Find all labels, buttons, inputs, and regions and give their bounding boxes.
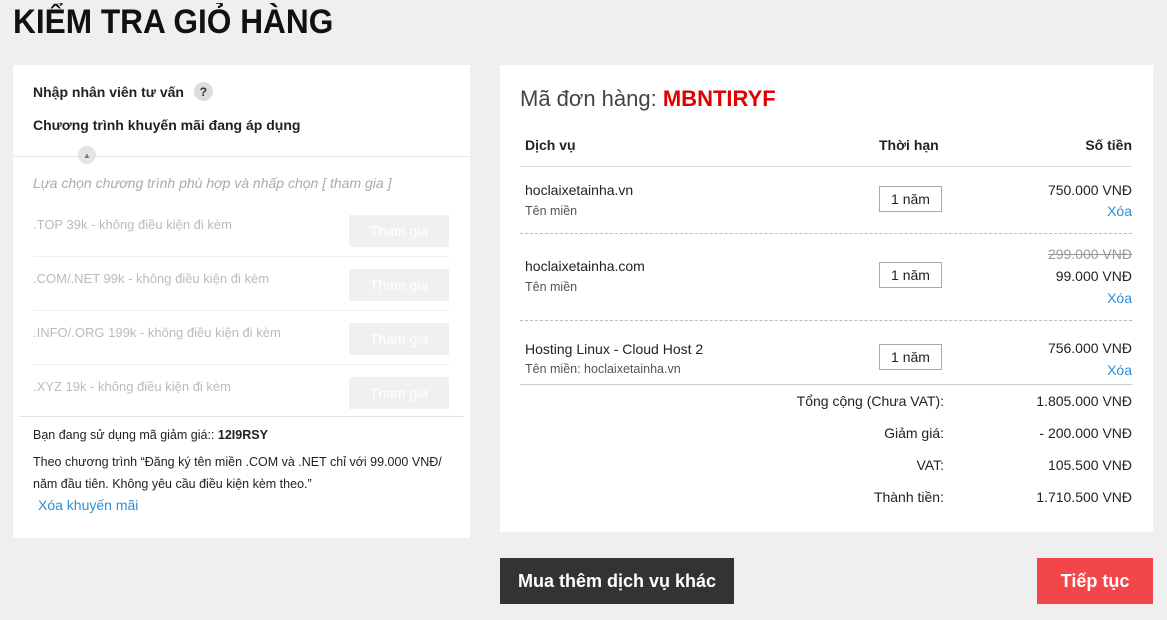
- consultant-label[interactable]: Nhập nhân viên tư vấn: [33, 84, 184, 100]
- item-name: hoclaixetainha.vn: [525, 182, 634, 198]
- promo-list: .TOP 39k - không điều kiện đi kèm Tham g…: [33, 203, 449, 418]
- order-title: Mã đơn hàng: MBNTIRYF: [520, 86, 776, 112]
- remove-item-link[interactable]: Xóa: [1107, 203, 1132, 219]
- promo-hint: Lựa chọn chương trình phù hợp và nhấp ch…: [33, 175, 392, 191]
- promo-item-label: .COM/.NET 99k - không điều kiện đi kèm: [33, 271, 270, 286]
- table-row: Hosting Linux - Cloud Host 2 Tên miền: h…: [520, 320, 1132, 385]
- duration-select[interactable]: 1 năm: [879, 186, 942, 212]
- summary-label: Tổng cộng (Chưa VAT):: [796, 393, 944, 409]
- item-price: 99.000 VNĐ: [1055, 268, 1132, 284]
- summary-label: Thành tiền:: [873, 489, 944, 505]
- promo-item: .INFO/.ORG 199k - không điều kiện đi kèm…: [33, 311, 449, 365]
- duration-select[interactable]: 1 năm: [879, 344, 942, 370]
- promo-panel: Nhập nhân viên tư vấn ? Chương trình khu…: [13, 65, 470, 538]
- item-name: hoclaixetainha.com: [525, 258, 645, 274]
- item-type: Tên miền: [525, 280, 578, 294]
- summary-value: - 200.000 VNĐ: [1039, 425, 1132, 441]
- join-button[interactable]: Tham gia: [349, 377, 449, 409]
- item-name: Hosting Linux - Cloud Host 2: [525, 341, 704, 357]
- order-panel: Mã đơn hàng: MBNTIRYF Dịch vụ Thời hạn S…: [500, 65, 1153, 532]
- item-type: Tên miền: [525, 204, 578, 218]
- table-row: hoclaixetainha.vn Tên miền 1 năm 750.000…: [520, 167, 1132, 234]
- add-more-services-button[interactable]: Mua thêm dịch vụ khác: [500, 558, 734, 604]
- summary-value: 1.710.500 VNĐ: [1036, 489, 1132, 505]
- continue-button[interactable]: Tiếp tục: [1037, 558, 1153, 604]
- coupon-line: Bạn đang sử dụng mã giảm giá:: 12I9RSY: [33, 428, 268, 442]
- item-old-price: 299.000 VNĐ: [1047, 246, 1132, 262]
- item-price: 750.000 VNĐ: [1047, 182, 1132, 198]
- summary-label: VAT:: [916, 457, 945, 473]
- coupon-prefix: Bạn đang sử dụng mã giảm giá::: [33, 428, 218, 442]
- promo-item-label: .TOP 39k - không điều kiện đi kèm: [33, 217, 232, 232]
- item-price: 756.000 VNĐ: [1047, 340, 1132, 356]
- summary-label: Giảm giá:: [884, 425, 944, 441]
- summary-value: 1.805.000 VNĐ: [1036, 393, 1132, 409]
- coupon-description: Theo chương trình “Đăng ký tên miền .COM…: [33, 455, 442, 491]
- coupon-divider: [19, 416, 464, 417]
- item-type: Tên miền: hoclaixetainha.vn: [525, 362, 681, 376]
- row-divider: [520, 384, 1132, 385]
- table-row: hoclaixetainha.com Tên miền 1 năm 299.00…: [520, 233, 1132, 321]
- order-code: MBNTIRYF: [662, 86, 776, 111]
- header-duration: Thời hạn: [879, 137, 939, 153]
- promo-item: .TOP 39k - không điều kiện đi kèm Tham g…: [33, 203, 449, 257]
- join-button[interactable]: Tham gia: [349, 323, 449, 355]
- promo-item-label: .INFO/.ORG 199k - không điều kiện đi kèm: [33, 325, 281, 340]
- header-service: Dịch vụ: [525, 137, 576, 153]
- consultant-row[interactable]: Nhập nhân viên tư vấn ?: [33, 82, 213, 101]
- join-button[interactable]: Tham gia: [349, 215, 449, 247]
- duration-select[interactable]: 1 năm: [879, 262, 942, 288]
- header-amount: Số tiền: [1085, 137, 1132, 153]
- remove-promo-link[interactable]: Xóa khuyến mãi: [38, 497, 138, 513]
- promo-heading: Chương trình khuyến mãi đang áp dụng: [33, 117, 301, 133]
- order-title-prefix: Mã đơn hàng:: [520, 86, 663, 111]
- coupon-code: 12I9RSY: [217, 428, 268, 442]
- remove-item-link[interactable]: Xóa: [1107, 362, 1132, 378]
- collapse-up-icon[interactable]: ▲: [78, 146, 96, 164]
- promo-item-label: .XYZ 19k - không điều kiện đi kèm: [33, 379, 231, 394]
- summary-value: 105.500 VNĐ: [1047, 457, 1132, 473]
- promo-item: .COM/.NET 99k - không điều kiện đi kèm T…: [33, 257, 449, 311]
- promo-item: .XYZ 19k - không điều kiện đi kèm Tham g…: [33, 365, 449, 418]
- help-icon[interactable]: ?: [193, 82, 213, 101]
- join-button[interactable]: Tham gia: [349, 269, 449, 301]
- remove-item-link[interactable]: Xóa: [1107, 290, 1132, 306]
- page-title: KIỂM TRA GIỎ HÀNG: [13, 3, 334, 41]
